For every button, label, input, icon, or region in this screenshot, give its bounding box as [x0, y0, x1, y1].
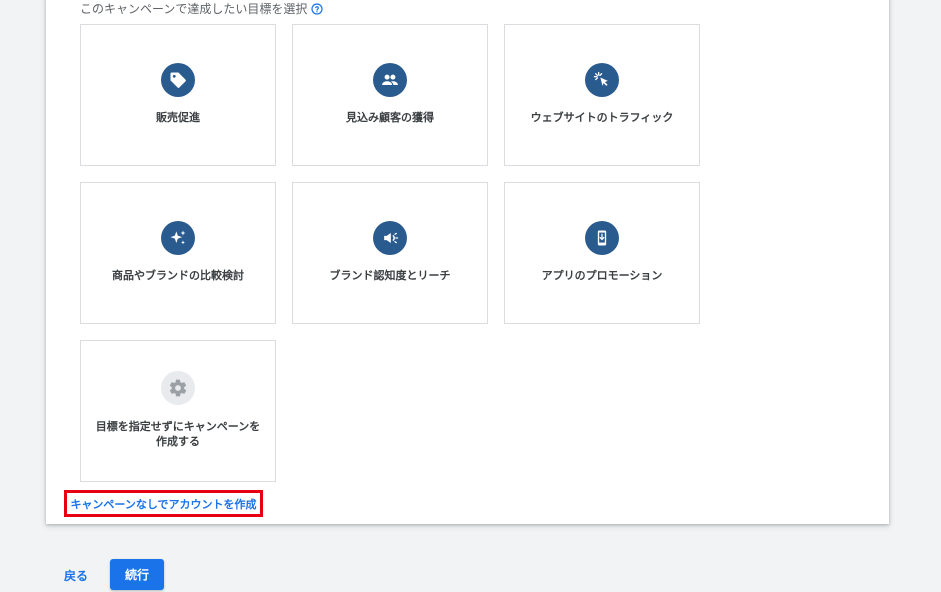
goal-tile-leads[interactable]: 見込み顧客の獲得 [292, 24, 488, 166]
goal-tile-website-traffic[interactable]: ウェブサイトのトラフィック [504, 24, 700, 166]
back-button[interactable]: 戻る [64, 567, 88, 584]
phone-download-icon [585, 221, 619, 255]
create-account-without-campaign-link[interactable]: キャンペーンなしでアカウントを作成 [70, 496, 256, 512]
goal-heading-text: このキャンペーンで達成したい目標を選択 [80, 2, 308, 16]
goal-label: ブランド認知度とリーチ [329, 269, 451, 282]
goal-tile-consideration[interactable]: 商品やブランドの比較検討 [80, 182, 276, 324]
goal-tile-sales[interactable]: 販売促進 [80, 24, 276, 166]
goal-tile-no-goal[interactable]: 目標を指定せずにキャンペーンを作成する [80, 340, 276, 482]
sparkle-icon [161, 221, 195, 255]
megaphone-icon [373, 221, 407, 255]
goal-label: 目標を指定せずにキャンペーンを作成する [95, 420, 261, 448]
goal-label: 見込み顧客の獲得 [346, 111, 434, 124]
help-icon[interactable] [311, 2, 324, 15]
goal-label: 商品やブランドの比較検討 [112, 269, 244, 282]
tag-icon [161, 63, 195, 97]
goal-label: アプリのプロモーション [541, 269, 663, 282]
goal-tile-app-promotion[interactable]: アプリのプロモーション [504, 182, 700, 324]
goal-label: ウェブサイトのトラフィック [530, 111, 674, 124]
goal-tile-awareness[interactable]: ブランド認知度とリーチ [292, 182, 488, 324]
people-icon [373, 63, 407, 97]
goal-heading: このキャンペーンで達成したい目標を選択 [80, 0, 324, 17]
gear-icon [161, 371, 195, 405]
continue-button[interactable]: 続行 [110, 559, 164, 590]
create-account-without-campaign-highlight: キャンペーンなしでアカウントを作成 [64, 490, 263, 517]
cursor-click-icon [585, 63, 619, 97]
goal-label: 販売促進 [156, 111, 200, 124]
